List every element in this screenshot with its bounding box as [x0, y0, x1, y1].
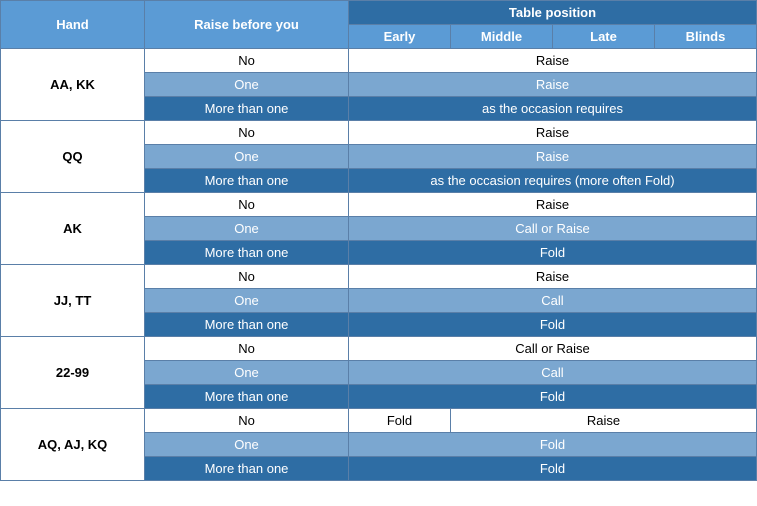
- action-cell: Call: [349, 289, 757, 313]
- action-cell: Fold: [349, 313, 757, 337]
- raise-before-cell: No: [145, 265, 349, 289]
- hand-header: Hand: [1, 1, 145, 49]
- action-cell: Raise: [349, 121, 757, 145]
- action-cell: Call: [349, 361, 757, 385]
- raise-before-cell: More than one: [145, 241, 349, 265]
- raise-before-cell: No: [145, 49, 349, 73]
- raise-before-cell: One: [145, 361, 349, 385]
- action-cell: Fold: [349, 457, 757, 481]
- late-header: Late: [553, 25, 655, 49]
- action-cell: as the occasion requires: [349, 97, 757, 121]
- raise-before-cell: More than one: [145, 313, 349, 337]
- action-cell: Fold: [349, 385, 757, 409]
- middle-header: Middle: [451, 25, 553, 49]
- table-position-header: Table position: [349, 1, 757, 25]
- raise-before-header: Raise before you: [145, 1, 349, 49]
- blinds-header: Blinds: [655, 25, 757, 49]
- action-cell: Raise: [349, 73, 757, 97]
- action-cell: Fold: [349, 241, 757, 265]
- raise-before-cell: One: [145, 289, 349, 313]
- action-cell-rest: Raise: [451, 409, 757, 433]
- action-cell: Raise: [349, 49, 757, 73]
- raise-before-cell: One: [145, 73, 349, 97]
- action-cell-early: Fold: [349, 409, 451, 433]
- raise-before-cell: More than one: [145, 97, 349, 121]
- action-cell: Call or Raise: [349, 337, 757, 361]
- hand-cell: AQ, AJ, KQ: [1, 409, 145, 481]
- raise-before-cell: More than one: [145, 169, 349, 193]
- raise-before-cell: No: [145, 193, 349, 217]
- hand-cell: JJ, TT: [1, 265, 145, 337]
- action-cell: as the occasion requires (more often Fol…: [349, 169, 757, 193]
- hand-cell: QQ: [1, 121, 145, 193]
- raise-before-cell: One: [145, 217, 349, 241]
- raise-before-cell: One: [145, 145, 349, 169]
- poker-strategy-table: Hand Raise before you Table position Ear…: [0, 0, 757, 481]
- early-header: Early: [349, 25, 451, 49]
- hand-cell: 22-99: [1, 337, 145, 409]
- action-cell: Call or Raise: [349, 217, 757, 241]
- action-cell: Fold: [349, 433, 757, 457]
- hand-cell: AA, KK: [1, 49, 145, 121]
- raise-before-cell: More than one: [145, 457, 349, 481]
- action-cell: Raise: [349, 193, 757, 217]
- action-cell: Raise: [349, 145, 757, 169]
- raise-before-cell: No: [145, 121, 349, 145]
- raise-before-cell: No: [145, 409, 349, 433]
- raise-before-cell: No: [145, 337, 349, 361]
- hand-cell: AK: [1, 193, 145, 265]
- raise-before-cell: One: [145, 433, 349, 457]
- action-cell: Raise: [349, 265, 757, 289]
- raise-before-cell: More than one: [145, 385, 349, 409]
